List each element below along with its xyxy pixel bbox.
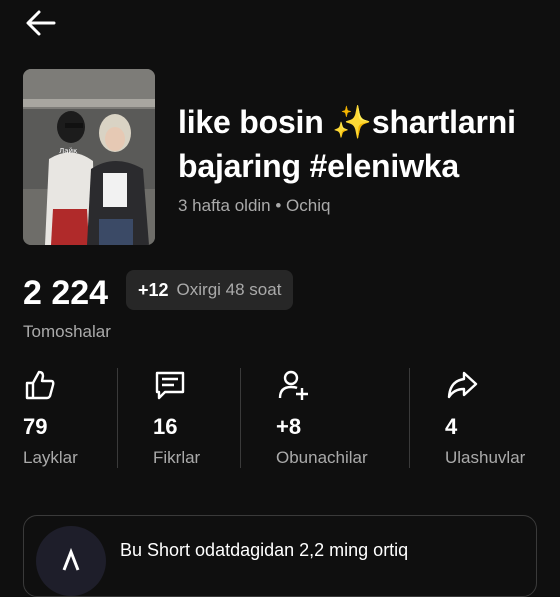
add-person-icon (276, 368, 310, 402)
video-meta: 3 hafta oldin • Ochiq (178, 196, 331, 215)
likes-label: Layklar (23, 448, 78, 467)
insight-card[interactable]: Bu Short odatdagidan 2,2 ming ortiq (23, 515, 537, 597)
stat-shares[interactable]: 4 Ulashuvlar (445, 368, 525, 468)
recent-views-label: Oxirgi 48 soat (176, 280, 282, 299)
svg-text:Лайк: Лайк (59, 147, 77, 155)
views-label: Tomoshalar (23, 322, 111, 341)
video-title-line1: like bosin ✨shartlarni (178, 104, 516, 140)
subscribers-label: Obunachilar (276, 448, 368, 467)
thumbs-up-icon (23, 368, 57, 402)
shares-count: 4 (445, 414, 458, 439)
arrow-back-icon (26, 10, 56, 36)
stat-comments[interactable]: 16 Fikrlar (153, 368, 200, 468)
video-title: like bosin ✨shartlarni bajaring #eleniwk… (178, 100, 548, 188)
trending-icon (36, 526, 106, 596)
stat-divider (409, 368, 410, 468)
back-button[interactable] (24, 8, 58, 38)
comment-icon (153, 368, 187, 402)
stat-divider (117, 368, 118, 468)
views-count: 2 224 (23, 274, 109, 312)
likes-count: 79 (23, 414, 48, 439)
subscribers-count: +8 (276, 414, 302, 439)
video-thumbnail[interactable]: Лайк (23, 69, 155, 245)
recent-views-change: +12 (138, 279, 169, 300)
stat-divider (240, 368, 241, 468)
comments-label: Fikrlar (153, 448, 201, 467)
insight-text: Bu Short odatdagidan 2,2 ming ortiq (120, 540, 409, 560)
stat-likes[interactable]: 79 Layklar (23, 368, 78, 468)
stat-subscribers[interactable]: +8 Obunachilar (276, 368, 368, 468)
comments-count: 16 (153, 414, 178, 439)
recent-views-badge: +12 Oxirgi 48 soat (126, 270, 294, 310)
shares-label: Ulashuvlar (445, 448, 526, 467)
video-title-line2: bajaring #eleniwka (178, 148, 459, 184)
share-icon (445, 368, 479, 402)
